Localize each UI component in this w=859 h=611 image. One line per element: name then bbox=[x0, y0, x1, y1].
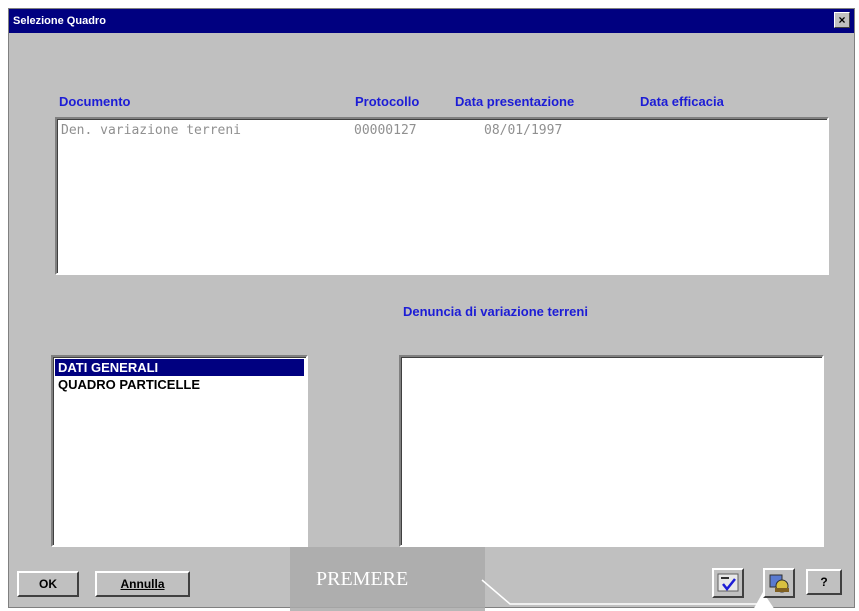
list-item-dati-generali[interactable]: DATI GENERALI bbox=[55, 359, 304, 376]
document-protocollo: 00000127 bbox=[354, 123, 417, 138]
spellcheck-button[interactable] bbox=[712, 568, 744, 598]
spellcheck-icon bbox=[717, 573, 739, 592]
tool-icon bbox=[769, 574, 789, 593]
close-button[interactable]: × bbox=[834, 12, 850, 28]
overlay-text: PREMERE bbox=[316, 568, 409, 590]
ok-button[interactable]: OK bbox=[17, 571, 79, 597]
annulla-label: Annulla bbox=[120, 577, 165, 591]
title-bar: Selezione Quadro × bbox=[9, 9, 854, 33]
annulla-button[interactable]: Annulla bbox=[95, 571, 190, 597]
document-name: Den. variazione terreni bbox=[61, 123, 242, 138]
detail-panel bbox=[399, 355, 824, 547]
window-title: Selezione Quadro bbox=[13, 15, 106, 27]
document-list[interactable]: Den. variazione terreni 00000127 08/01/1… bbox=[55, 117, 829, 275]
section-label: Denuncia di variazione terreni bbox=[403, 304, 588, 319]
list-item-quadro-particelle[interactable]: QUADRO PARTICELLE bbox=[55, 376, 304, 393]
document-data-presentazione: 08/01/1997 bbox=[484, 123, 563, 138]
header-data-presentazione: Data presentazione bbox=[455, 94, 575, 109]
quadri-list[interactable]: DATI GENERALI QUADRO PARTICELLE bbox=[51, 355, 308, 547]
selezione-quadro-window: Selezione Quadro × Documento Protocollo … bbox=[8, 8, 855, 608]
header-documento: Documento bbox=[59, 94, 131, 109]
tool-button[interactable] bbox=[763, 568, 795, 598]
header-protocollo: Protocollo bbox=[355, 94, 420, 109]
header-data-efficacia: Data efficacia bbox=[640, 94, 724, 109]
help-button[interactable]: ? bbox=[806, 569, 842, 595]
